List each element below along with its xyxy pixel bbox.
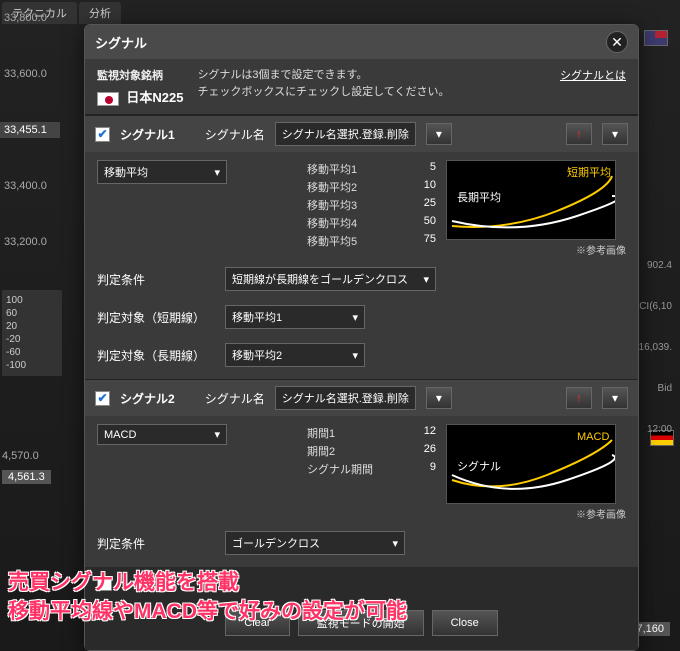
signal-2-name-select[interactable]: シグナル名選択.登録.削除 <box>275 386 416 410</box>
signal-1-body: 移動平均▾ 移動平均15 移動平均210 移動平均325 移動平均450 移動平… <box>85 152 638 379</box>
watch-label: 監視対象銘柄 <box>97 67 183 83</box>
tab-analysis[interactable]: 分析 <box>79 2 121 24</box>
signal-name-label: シグナル名 <box>205 126 265 143</box>
chevron-down-icon: ▾ <box>352 349 358 362</box>
about-link-wrap: シグナルとは <box>560 67 626 83</box>
close-button[interactable]: ✕ <box>606 31 628 53</box>
signal-settings-modal: シグナル ✕ 監視対象銘柄 日本N225 シグナルは3個まで設定できます。 チェ… <box>84 24 639 651</box>
signal-1-block: シグナル1 シグナル名 シグナル名選択.登録.削除 ▾ ↑ ▾ 移動平均▾ 移動… <box>85 115 638 379</box>
modal-header: シグナル ✕ <box>85 25 638 59</box>
s2-cond-select[interactable]: ゴールデンクロス▾ <box>225 531 405 555</box>
s1-long-select[interactable]: 移動平均2▾ <box>225 343 365 367</box>
chevron-down-icon: ▾ <box>392 537 398 550</box>
signal-1-up-button[interactable]: ↑ <box>566 123 592 145</box>
s2-cond-label: 判定条件 <box>97 535 217 552</box>
signal-2-name-dropdown[interactable]: ▾ <box>426 387 452 409</box>
signal-1-name-dropdown[interactable]: ▾ <box>426 123 452 145</box>
signal-1-params: 移動平均15 移動平均210 移動平均325 移動平均450 移動平均575 <box>307 160 436 250</box>
description: シグナルは3個まで設定できます。 チェックボックスにチェックし設定してください。 <box>197 67 546 100</box>
signal-2-params: 期間112 期間226 シグナル期間9 <box>307 424 436 478</box>
close-icon: ✕ <box>611 34 623 51</box>
chevron-down-icon: ▾ <box>214 166 220 179</box>
chevron-down-icon: ▾ <box>352 311 358 324</box>
svg-text:シグナル: シグナル <box>457 459 501 473</box>
ref-caption: ※参考画像 <box>446 506 626 521</box>
signal-2-up-button[interactable]: ↑ <box>566 387 592 409</box>
indicator-axis: 100 60 20 -20 -60 -100 <box>2 290 62 376</box>
svg-text:短期平均: 短期平均 <box>567 165 611 179</box>
signal-name-label: シグナル名 <box>205 390 265 407</box>
signal-1-ref-wrap: 短期平均 長期平均 ※参考画像 <box>446 160 626 257</box>
signal-1-name-select[interactable]: シグナル名選択.登録.削除 <box>275 122 416 146</box>
svg-text:長期平均: 長期平均 <box>457 191 501 204</box>
modal-title: シグナル <box>95 33 147 52</box>
us-flag-icon <box>644 30 668 46</box>
signal-2-ref-wrap: MACD シグナル ※参考画像 <box>446 424 626 521</box>
signal-2-down-button[interactable]: ▾ <box>602 387 628 409</box>
s1-cond-label: 判定条件 <box>97 271 217 288</box>
about-signal-link[interactable]: シグナルとは <box>560 70 626 82</box>
signal-2-indicator-select[interactable]: MACD▾ <box>97 424 227 445</box>
ref-caption: ※参考画像 <box>446 242 626 257</box>
watch-column: 監視対象銘柄 日本N225 <box>97 67 183 106</box>
symbol-name: 日本N225 <box>126 90 183 105</box>
bg-price-1: 4,561.3 <box>2 470 51 484</box>
signal-1-indicator-select[interactable]: 移動平均▾ <box>97 160 227 184</box>
signal-2-body: MACD▾ 期間112 期間226 シグナル期間9 MACD シグナル ※参考画… <box>85 416 638 567</box>
s1-short-label: 判定対象（短期線） <box>97 309 217 326</box>
svg-text:MACD: MACD <box>577 431 609 443</box>
chevron-down-icon: ▾ <box>423 273 429 286</box>
close-button-footer[interactable]: Close <box>432 610 498 636</box>
flag-column <box>644 30 674 46</box>
signal-1-checkbox[interactable] <box>95 127 110 142</box>
signal-1-down-button[interactable]: ▾ <box>602 123 628 145</box>
signal-2-block: シグナル2 シグナル名 シグナル名選択.登録.削除 ▾ ↑ ▾ MACD▾ 期間… <box>85 379 638 567</box>
s1-long-label: 判定対象（長期線） <box>97 347 217 364</box>
bg-price-2: 4,570.0 <box>2 450 39 462</box>
signal-1-header: シグナル1 シグナル名 シグナル名選択.登録.削除 ▾ ↑ ▾ <box>85 116 638 152</box>
signal-1-reference-image: 短期平均 長期平均 <box>446 160 616 240</box>
s1-short-select[interactable]: 移動平均1▾ <box>225 305 365 329</box>
signal-2-label: シグナル2 <box>120 390 175 407</box>
jp-flag-icon <box>97 92 119 106</box>
signal-2-checkbox[interactable] <box>95 391 110 406</box>
s1-cond-select[interactable]: 短期線が長期線をゴールデンクロス▾ <box>225 267 436 291</box>
signal-2-header: シグナル2 シグナル名 シグナル名選択.登録.削除 ▾ ↑ ▾ <box>85 380 638 416</box>
signal-1-label: シグナル1 <box>120 126 175 143</box>
overlay-caption: 売買シグナル機能を搭載 移動平均線やMACD等で好みの設定が可能 <box>8 569 407 626</box>
chevron-down-icon: ▾ <box>214 428 220 441</box>
modal-info: 監視対象銘柄 日本N225 シグナルは3個まで設定できます。 チェックボックスに… <box>85 59 638 115</box>
signal-2-reference-image: MACD シグナル <box>446 424 616 504</box>
price-axis: 33,800.0 33,600.0 33,455.1 33,400.0 33,2… <box>0 10 60 290</box>
